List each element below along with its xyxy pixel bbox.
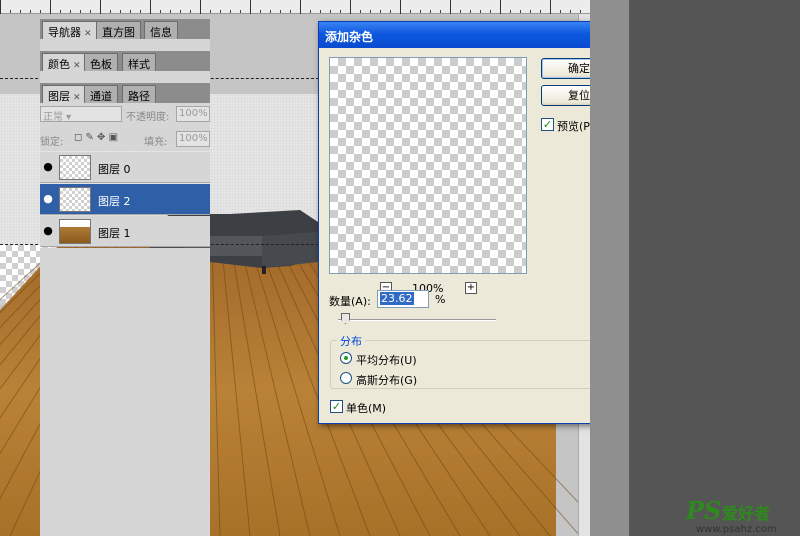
tab-color[interactable]: 颜色 ✕ bbox=[42, 53, 87, 71]
tab-layers[interactable]: 图层 ✕ bbox=[42, 85, 87, 103]
preview-checkbox[interactable]: ✓ bbox=[541, 118, 554, 131]
dialog-title: 添加杂色 bbox=[325, 30, 374, 44]
tab-navigator[interactable]: 导航器 ✕ bbox=[42, 21, 98, 39]
layer-row[interactable]: ● 图层 0 bbox=[40, 152, 210, 183]
lock-label: 锁定: bbox=[40, 137, 64, 148]
color-panel-body bbox=[40, 71, 210, 83]
layer-thumbnail bbox=[59, 155, 91, 180]
fill-field[interactable]: 100% bbox=[176, 131, 210, 147]
preview-label: 预览(P) bbox=[557, 120, 595, 133]
layer-thumbnail bbox=[59, 187, 91, 212]
opacity-label: 不透明度: bbox=[126, 112, 170, 123]
fill-label: 填充: bbox=[144, 137, 168, 148]
amount-slider-thumb[interactable] bbox=[341, 313, 350, 324]
layer-row[interactable]: ● 图层 2 bbox=[40, 184, 210, 215]
amount-input[interactable]: 23.62 bbox=[377, 290, 429, 308]
gaussian-radio[interactable] bbox=[340, 372, 352, 384]
zoom-in-button[interactable]: + bbox=[465, 282, 477, 294]
add-noise-dialog: 添加杂色 ✕ − 100% + 确定 复位 ✓ 预览(P) 数量(A): 23.… bbox=[318, 21, 630, 424]
layers-panel-empty-area bbox=[40, 248, 210, 536]
watermark: PS 爱好者 www.psahz.com bbox=[686, 496, 796, 536]
panels-dock bbox=[590, 0, 800, 536]
layer-thumbnail bbox=[59, 219, 91, 244]
color-tabbar: 颜色 ✕ 色板 样式 bbox=[40, 51, 210, 71]
uniform-radio[interactable] bbox=[340, 352, 352, 364]
watermark-text: 爱好者 bbox=[722, 504, 771, 523]
layer-options: 正常 ▾ 不透明度: 100% 锁定: ◻ ✎ ✥ ▣ 填充: 100% bbox=[40, 103, 210, 151]
tab-paths[interactable]: 路径 bbox=[122, 85, 156, 103]
blend-mode-select[interactable]: 正常 ▾ bbox=[40, 106, 122, 123]
monochromatic-label[interactable]: 单色(M) bbox=[346, 400, 386, 416]
watermark-logo: PS bbox=[686, 496, 722, 525]
navigator-panel-body bbox=[40, 39, 210, 51]
amount-slider-track[interactable] bbox=[338, 319, 496, 321]
eye-icon[interactable]: ● bbox=[41, 192, 55, 206]
lock-icons[interactable]: ◻ ✎ ✥ ▣ bbox=[74, 132, 118, 143]
distribution-legend: 分布 bbox=[337, 333, 365, 349]
dialog-titlebar[interactable]: 添加杂色 ✕ bbox=[319, 22, 629, 48]
uniform-label[interactable]: 平均分布(U) bbox=[356, 352, 417, 368]
filter-preview[interactable] bbox=[329, 57, 527, 274]
navigator-tabbar: 导航器 ✕ 直方图 信息 bbox=[40, 19, 210, 39]
watermark-url: www.psahz.com bbox=[696, 524, 777, 535]
tab-info[interactable]: 信息 bbox=[144, 21, 178, 39]
eye-icon[interactable]: ● bbox=[41, 224, 55, 238]
amount-unit: % bbox=[435, 293, 446, 306]
tab-swatches[interactable]: 色板 bbox=[84, 53, 118, 71]
opacity-field[interactable]: 100% bbox=[176, 106, 210, 122]
horizontal-ruler bbox=[0, 0, 590, 14]
collapsed-panel-strip bbox=[590, 0, 630, 536]
layers-tabbar: 图层 ✕ 通道 路径 bbox=[40, 83, 210, 103]
gaussian-label[interactable]: 高斯分布(G) bbox=[356, 372, 417, 388]
tab-histogram[interactable]: 直方图 bbox=[96, 21, 141, 39]
tab-channels[interactable]: 通道 bbox=[84, 85, 118, 103]
layer-row[interactable]: ● 图层 1 bbox=[40, 216, 210, 247]
tab-styles[interactable]: 样式 bbox=[122, 53, 156, 71]
amount-label: 数量(A): bbox=[329, 295, 371, 308]
eye-icon[interactable]: ● bbox=[41, 160, 55, 174]
monochromatic-checkbox[interactable]: ✓ bbox=[330, 400, 343, 413]
